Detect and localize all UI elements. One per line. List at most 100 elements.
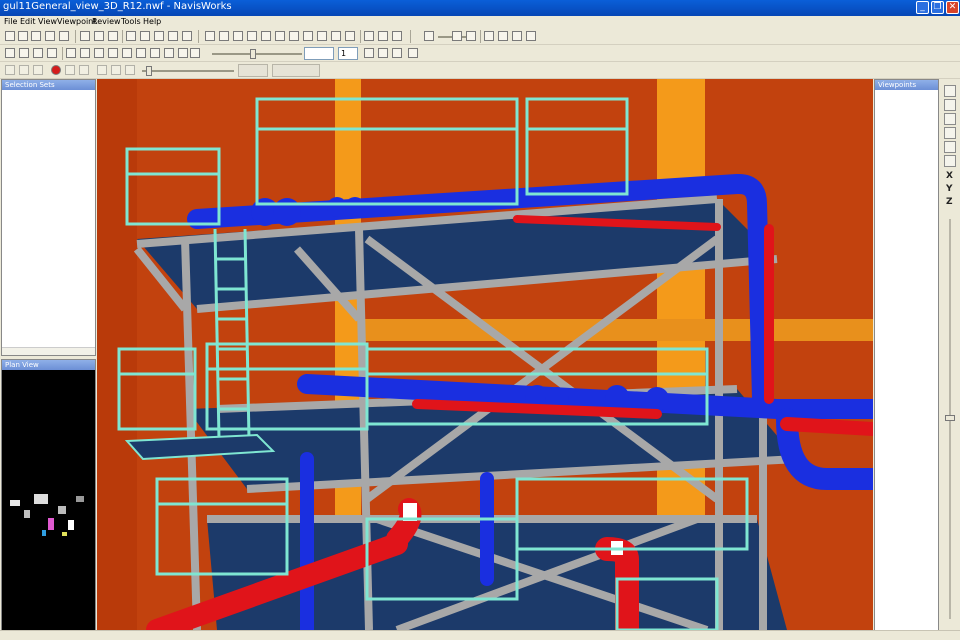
play-icon[interactable] — [97, 65, 107, 75]
selection-tree-icon[interactable] — [66, 48, 76, 58]
section-align-icon[interactable] — [466, 31, 476, 41]
minimize-button[interactable]: _ — [916, 1, 929, 14]
zoom-selected-icon[interactable] — [944, 99, 956, 111]
speed-slider-thumb[interactable] — [250, 49, 256, 59]
unhide-all-icon[interactable] — [150, 48, 160, 58]
toolbar-playback — [0, 62, 960, 79]
zoom-fit-icon[interactable] — [247, 31, 257, 41]
animation-dropdown[interactable] — [272, 64, 320, 77]
select-box-icon[interactable] — [219, 31, 229, 41]
comment-icon[interactable] — [33, 48, 43, 58]
toolbar-separator — [62, 47, 63, 60]
x-axis-button[interactable]: X — [946, 171, 953, 181]
selection-sets-scrollbar[interactable] — [2, 347, 95, 355]
playback-slider-thumb[interactable] — [146, 66, 152, 76]
reverse-play-icon[interactable] — [33, 65, 43, 75]
box-view-1-icon[interactable] — [484, 31, 494, 41]
lighting-icon[interactable] — [364, 31, 374, 41]
toolbar-tools: 1 — [0, 45, 960, 62]
frame-field[interactable] — [238, 64, 268, 77]
focus-icon[interactable] — [944, 113, 956, 125]
menu-view[interactable]: View — [38, 17, 57, 26]
toolbar-main — [0, 28, 960, 45]
hide-icon[interactable] — [108, 48, 118, 58]
zoom-box-icon[interactable] — [233, 31, 243, 41]
selection-sets-panel: Selection Sets — [1, 79, 96, 356]
paste-icon[interactable] — [108, 31, 118, 41]
help-icon[interactable] — [168, 31, 178, 41]
sectioning-icon[interactable] — [424, 31, 434, 41]
selection-dropdown[interactable]: 1 — [338, 47, 358, 60]
zoom-window-icon[interactable] — [275, 31, 285, 41]
select-all-icon[interactable] — [364, 48, 374, 58]
record-icon[interactable] — [51, 65, 61, 75]
menu-review[interactable]: Review — [92, 17, 121, 26]
menu-tools[interactable]: Tools — [121, 17, 141, 26]
maximize-button[interactable]: ❐ — [931, 1, 944, 14]
properties-icon[interactable] — [80, 48, 90, 58]
zoom-extents-icon[interactable] — [944, 85, 956, 97]
undo-icon[interactable] — [126, 31, 136, 41]
require-icon[interactable] — [122, 48, 132, 58]
link-icon[interactable] — [164, 48, 174, 58]
tag-icon[interactable] — [47, 48, 57, 58]
fly-icon[interactable] — [331, 31, 341, 41]
menu-file[interactable]: File — [4, 17, 17, 26]
hide-unselected-icon[interactable] — [136, 48, 146, 58]
email-icon[interactable] — [59, 31, 69, 41]
box-view-2-icon[interactable] — [498, 31, 508, 41]
plan-view-canvas[interactable] — [2, 370, 95, 630]
3d-viewport[interactable] — [97, 79, 873, 630]
grid-icon[interactable] — [190, 48, 200, 58]
box-view-3-icon[interactable] — [512, 31, 522, 41]
pause-icon[interactable] — [65, 65, 75, 75]
y-axis-button[interactable]: Y — [946, 184, 953, 194]
copy-icon[interactable] — [94, 31, 104, 41]
open-folder-icon[interactable] — [18, 31, 28, 41]
speed-slider-track — [212, 53, 302, 55]
find-items-icon[interactable] — [94, 48, 104, 58]
examine-icon[interactable] — [317, 31, 327, 41]
context-help-icon[interactable] — [182, 31, 192, 41]
front-view-icon[interactable] — [944, 155, 956, 167]
select-same-icon[interactable] — [392, 48, 402, 58]
select-inverse-icon[interactable] — [408, 48, 418, 58]
toolbar-separator — [410, 30, 411, 43]
section-plane-icon[interactable] — [452, 31, 462, 41]
toolbar-separator — [480, 30, 481, 43]
print-icon[interactable] — [154, 31, 164, 41]
rewind-icon[interactable] — [5, 65, 15, 75]
redline-icon[interactable] — [5, 48, 15, 58]
z-axis-button[interactable]: Z — [946, 197, 953, 207]
toolbar-separator — [360, 30, 361, 43]
clash-icon[interactable] — [392, 31, 402, 41]
plant-model-render — [97, 79, 873, 630]
speed-field[interactable] — [304, 47, 334, 60]
save-icon[interactable] — [45, 31, 55, 41]
append-icon[interactable] — [31, 31, 41, 41]
menu-viewpoint[interactable]: Viewpoint — [57, 17, 96, 26]
render-icon[interactable] — [378, 31, 388, 41]
fast-forward-icon[interactable] — [125, 65, 135, 75]
new-file-icon[interactable] — [5, 31, 15, 41]
menu-edit[interactable]: Edit — [20, 17, 36, 26]
group-icon[interactable] — [178, 48, 188, 58]
redo-icon[interactable] — [140, 31, 150, 41]
nav-slider-thumb[interactable] — [945, 415, 955, 421]
select-icon[interactable] — [205, 31, 215, 41]
measure-icon[interactable] — [19, 48, 29, 58]
zoom-icon[interactable] — [261, 31, 271, 41]
perspective-icon[interactable] — [944, 127, 956, 139]
pan-icon[interactable] — [289, 31, 299, 41]
close-button[interactable]: ✕ — [946, 1, 959, 14]
orbit-icon[interactable] — [303, 31, 313, 41]
cut-icon[interactable] — [80, 31, 90, 41]
menu-help[interactable]: Help — [143, 17, 161, 26]
step-back-icon[interactable] — [19, 65, 29, 75]
stop-icon[interactable] — [79, 65, 89, 75]
camera-icon[interactable] — [944, 141, 956, 153]
walk-icon[interactable] — [345, 31, 355, 41]
box-view-4-icon[interactable] — [526, 31, 536, 41]
step-forward-icon[interactable] — [111, 65, 121, 75]
clear-selection-icon[interactable] — [378, 48, 388, 58]
